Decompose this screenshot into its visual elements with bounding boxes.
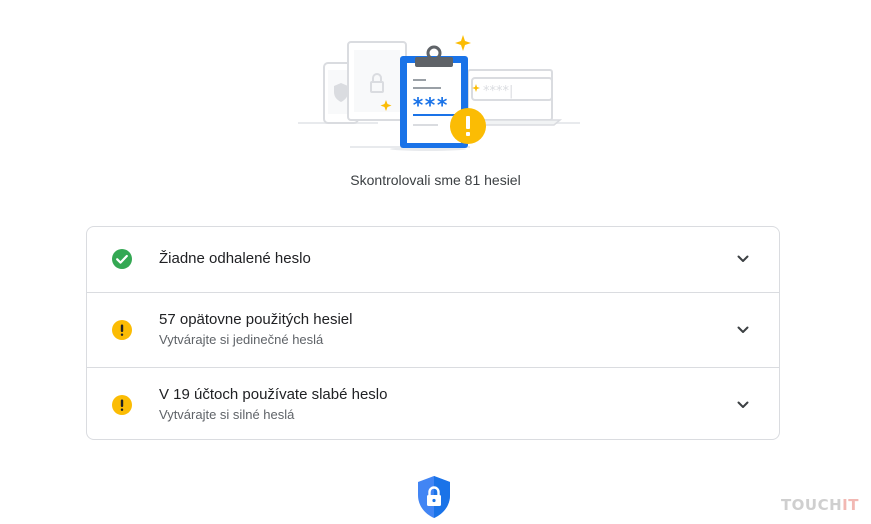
result-title: V 19 účtoch používate slabé heslo — [159, 386, 388, 403]
result-texts: V 19 účtoch používate slabé heslo Vytvár… — [159, 385, 388, 424]
checked-passwords-summary: Skontrolovali sme 81 hesiel — [350, 172, 521, 188]
warning-circle-icon — [112, 320, 132, 340]
check-circle-icon — [112, 249, 132, 269]
masked-stars-text: *** — [412, 93, 448, 117]
watermark: TOUCHIT — [781, 496, 859, 514]
shield-lock-icon — [418, 476, 450, 518]
password-checkup-illustration: ****| *** — [298, 35, 580, 151]
warning-circle-icon — [112, 395, 132, 415]
result-title: 57 opätovne použitých hesiel — [159, 311, 353, 328]
watermark-part2: IT — [842, 496, 859, 514]
result-texts: Žiadne odhalené heslo — [159, 249, 311, 269]
result-subtitle: Vytvárajte si silné heslá — [159, 407, 295, 422]
result-subtitle: Vytvárajte si jedinečné heslá — [159, 332, 324, 347]
result-row-weak[interactable]: V 19 účtoch používate slabé heslo Vytvár… — [87, 367, 779, 439]
chevron-down-icon[interactable] — [735, 251, 751, 267]
password-checkup-results: Žiadne odhalené heslo 57 opätovne použit… — [86, 226, 780, 440]
chevron-down-icon[interactable] — [735, 397, 751, 413]
result-title: Žiadne odhalené heslo — [159, 250, 311, 267]
password-checkup-page: ****| *** Skontrolovali sme 81 hesiel Ži… — [0, 0, 871, 524]
result-texts: 57 opätovne použitých hesiel Vytvárajte … — [159, 310, 352, 349]
masked-field-text: ****| — [483, 84, 513, 99]
chevron-down-icon[interactable] — [735, 322, 751, 338]
result-row-compromised[interactable]: Žiadne odhalené heslo — [87, 227, 779, 292]
watermark-part1: TOUCH — [780, 496, 843, 514]
result-row-reused[interactable]: 57 opätovne použitých hesiel Vytvárajte … — [87, 292, 779, 367]
